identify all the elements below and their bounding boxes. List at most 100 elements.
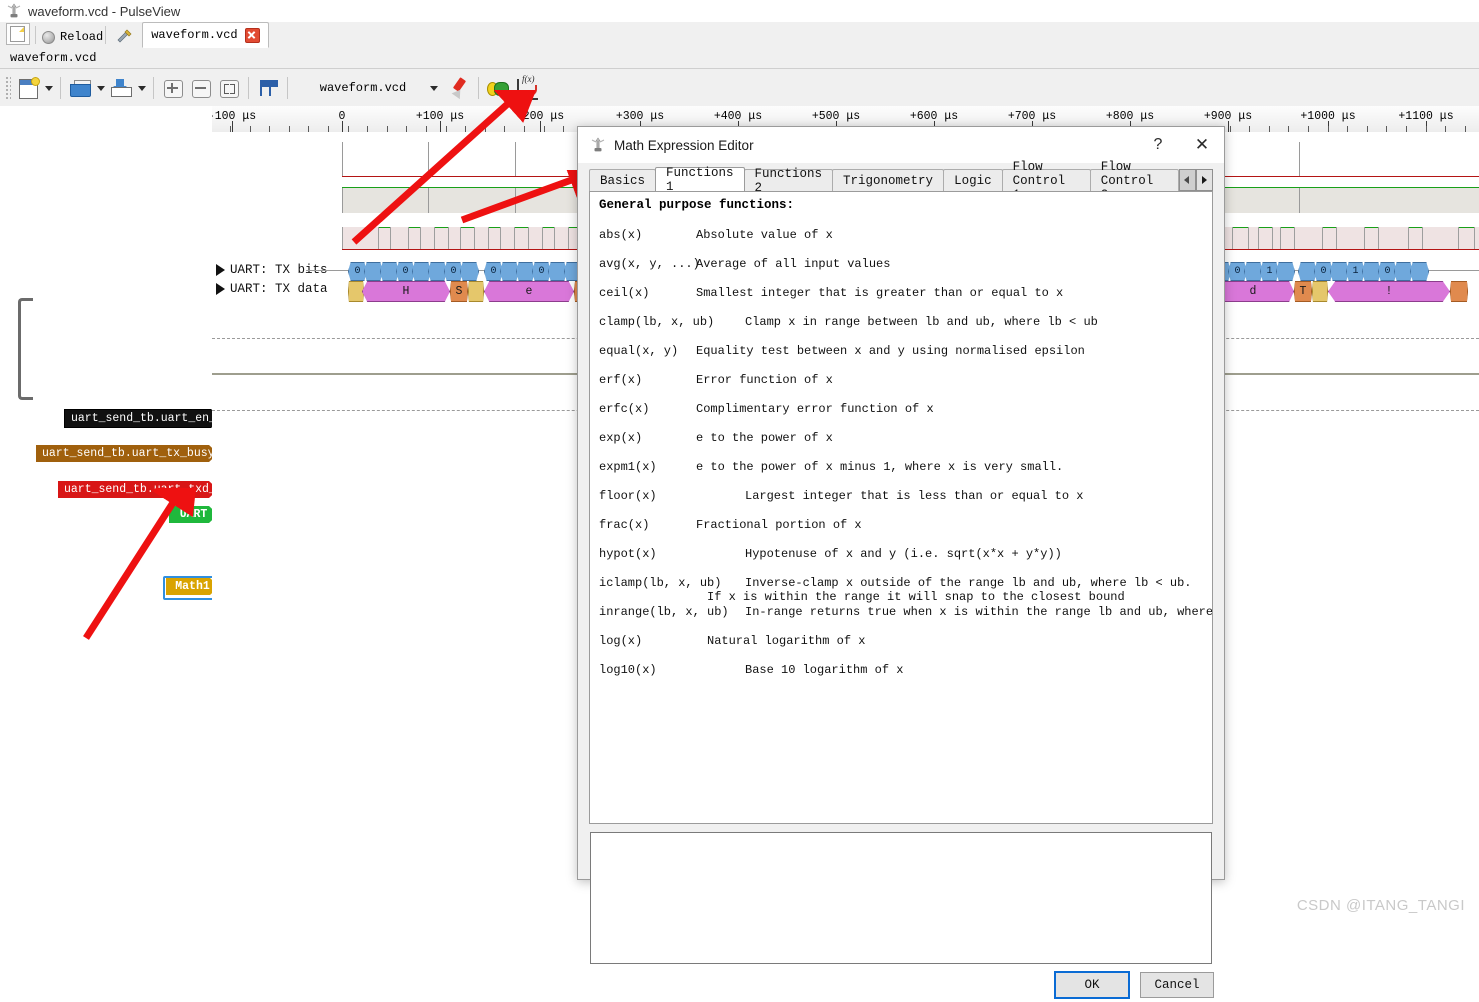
function-signature: expm1(x) [599,460,657,474]
txd-edge [420,227,421,249]
function-signature: exp(x) [599,431,642,445]
open-file-dropdown-arrow[interactable] [94,75,107,101]
main-toolbar: waveform.vcd f(x) [0,69,1479,107]
divider [478,77,479,99]
txd-edge [390,227,391,249]
decoder-data-packet[interactable] [1312,281,1328,302]
signal-label-uart-decoder[interactable]: UART [169,506,218,523]
decoder-bit[interactable] [460,262,479,281]
close-icon[interactable]: ✕ [1180,127,1224,163]
txd-edge [342,227,343,249]
save-file-dropdown-arrow[interactable] [135,75,148,101]
decoder-row-label-tx-data: UART: TX data [230,282,328,296]
function-description: Inverse-clamp x outside of the range lb … [745,576,1191,590]
dialog-tab-flow-control-2[interactable]: Flow Control 2 [1090,169,1179,191]
decoder-data-packet[interactable] [348,281,364,302]
decoder-data-packet[interactable] [468,281,484,302]
txd-edge [1408,227,1409,249]
decoder-data-packet[interactable]: T [1294,281,1312,302]
function-signature: erfc(x) [599,402,649,416]
txd-edge [1248,227,1249,249]
decoder-data-packet[interactable]: H [362,281,450,302]
decoder-data-packet[interactable]: ! [1328,281,1450,302]
decoder-bit[interactable] [1410,262,1429,281]
txd-level-segment [514,227,528,228]
dialog-tab-functions-1[interactable]: Functions 1 [655,167,745,191]
help-button[interactable]: ? [1136,127,1180,163]
cancel-button[interactable]: Cancel [1140,972,1214,998]
divider [35,26,36,44]
scroll-left-icon[interactable] [1179,169,1196,191]
txd-pulse-body [1210,227,1479,249]
expression-input[interactable] [590,832,1212,964]
tab-scroll-buttons[interactable] [1179,169,1213,191]
function-signature: iclamp(lb, x, ub) [599,576,721,590]
dialog-tab-logic[interactable]: Logic [943,169,1003,191]
session-tab-waveform[interactable]: waveform.vcd [142,22,268,48]
scroll-right-icon[interactable] [1196,169,1213,191]
txd-edge [1336,227,1337,249]
dialog-tab-label: Functions 1 [666,166,734,194]
cursor-marker [1299,188,1300,213]
dialog-tab-functions-2[interactable]: Functions 2 [744,169,834,191]
txd-level-segment [1322,227,1336,228]
txd-edge [1378,227,1379,249]
function-signature: erf(x) [599,373,642,387]
dialog-title-bar: Math Expression Editor ? ✕ [578,127,1224,163]
new-session-button[interactable] [6,23,30,45]
txd-edge [568,227,569,249]
save-file-button[interactable] [108,75,134,101]
zoom-out-button[interactable] [188,75,214,101]
signal-label-uart-tx-busy-o[interactable]: uart_send_tb.uart_tx_busy_o [36,445,218,462]
dialog-tab-basics[interactable]: Basics [589,169,656,191]
function-signature: log10(x) [599,663,657,677]
function-signature: clamp(lb, x, ub) [599,315,714,329]
device-selector-arrow[interactable] [425,77,445,99]
new-file-dropdown-arrow[interactable] [42,75,55,101]
zoom-in-button[interactable] [160,75,186,101]
new-session-icon [10,26,25,42]
expander-tx-bits[interactable] [216,264,225,276]
function-description: Smallest integer that is greater than or… [696,286,1063,300]
signal-label-uart-en-i[interactable]: uart_send_tb.uart_en_i [64,409,220,428]
zoom-in-icon [164,80,183,98]
show-cursors-button[interactable] [255,75,281,101]
signal-label-uart-txd-o[interactable]: uart_send_tb.uart_txd_o [58,481,218,498]
add-math-signal-button[interactable]: f(x) [513,75,539,101]
dialog-tab-trigonometry[interactable]: Trigonometry [832,169,944,191]
device-selector[interactable]: waveform.vcd [301,77,425,99]
divider [60,77,61,99]
reload-button[interactable]: Reload [42,30,103,44]
toolbar-drag-handle[interactable] [4,75,11,101]
dialog-tab-flow-control-1[interactable]: Flow Control 1 [1002,169,1091,191]
expander-tx-data[interactable] [216,283,225,295]
ruler-major-tick [1228,121,1229,132]
math-expression-editor-dialog[interactable]: Math Expression Editor ? ✕ Basics Functio… [577,126,1225,880]
dialog-tab-bar[interactable]: Basics Functions 1 Functions 2Trigonometry… [589,169,1213,191]
decoder-data-packet[interactable]: e [484,281,574,302]
dialog-button-row: OK Cancel [578,968,1224,1002]
decoder-data-packet[interactable] [1450,281,1468,302]
signal-label-text: UART [180,508,208,521]
ruler-major-tick [232,121,233,132]
txd-level-segment [460,227,474,228]
ok-button[interactable]: OK [1054,971,1130,999]
zoom-fit-button[interactable] [216,75,242,101]
open-file-button[interactable] [67,75,93,101]
txd-edge [1294,227,1295,249]
txd-edge [1272,227,1273,249]
txd-edge [500,227,501,249]
watermark: CSDN @ITANG_TANGI [1297,897,1465,914]
new-file-button[interactable] [15,75,41,101]
cursor-marker [428,142,429,176]
cursor-marker [515,142,516,176]
tools-icon[interactable] [116,29,134,44]
txd-edge [528,227,529,249]
add-decoder-button[interactable] [485,75,511,101]
close-icon[interactable] [245,28,260,43]
decoder-bit[interactable] [1276,262,1295,281]
decoder-data-packet[interactable]: S [450,281,468,302]
probe-pen-button[interactable] [446,75,472,101]
txd-edge [554,227,555,249]
txd-edge [1474,227,1475,249]
